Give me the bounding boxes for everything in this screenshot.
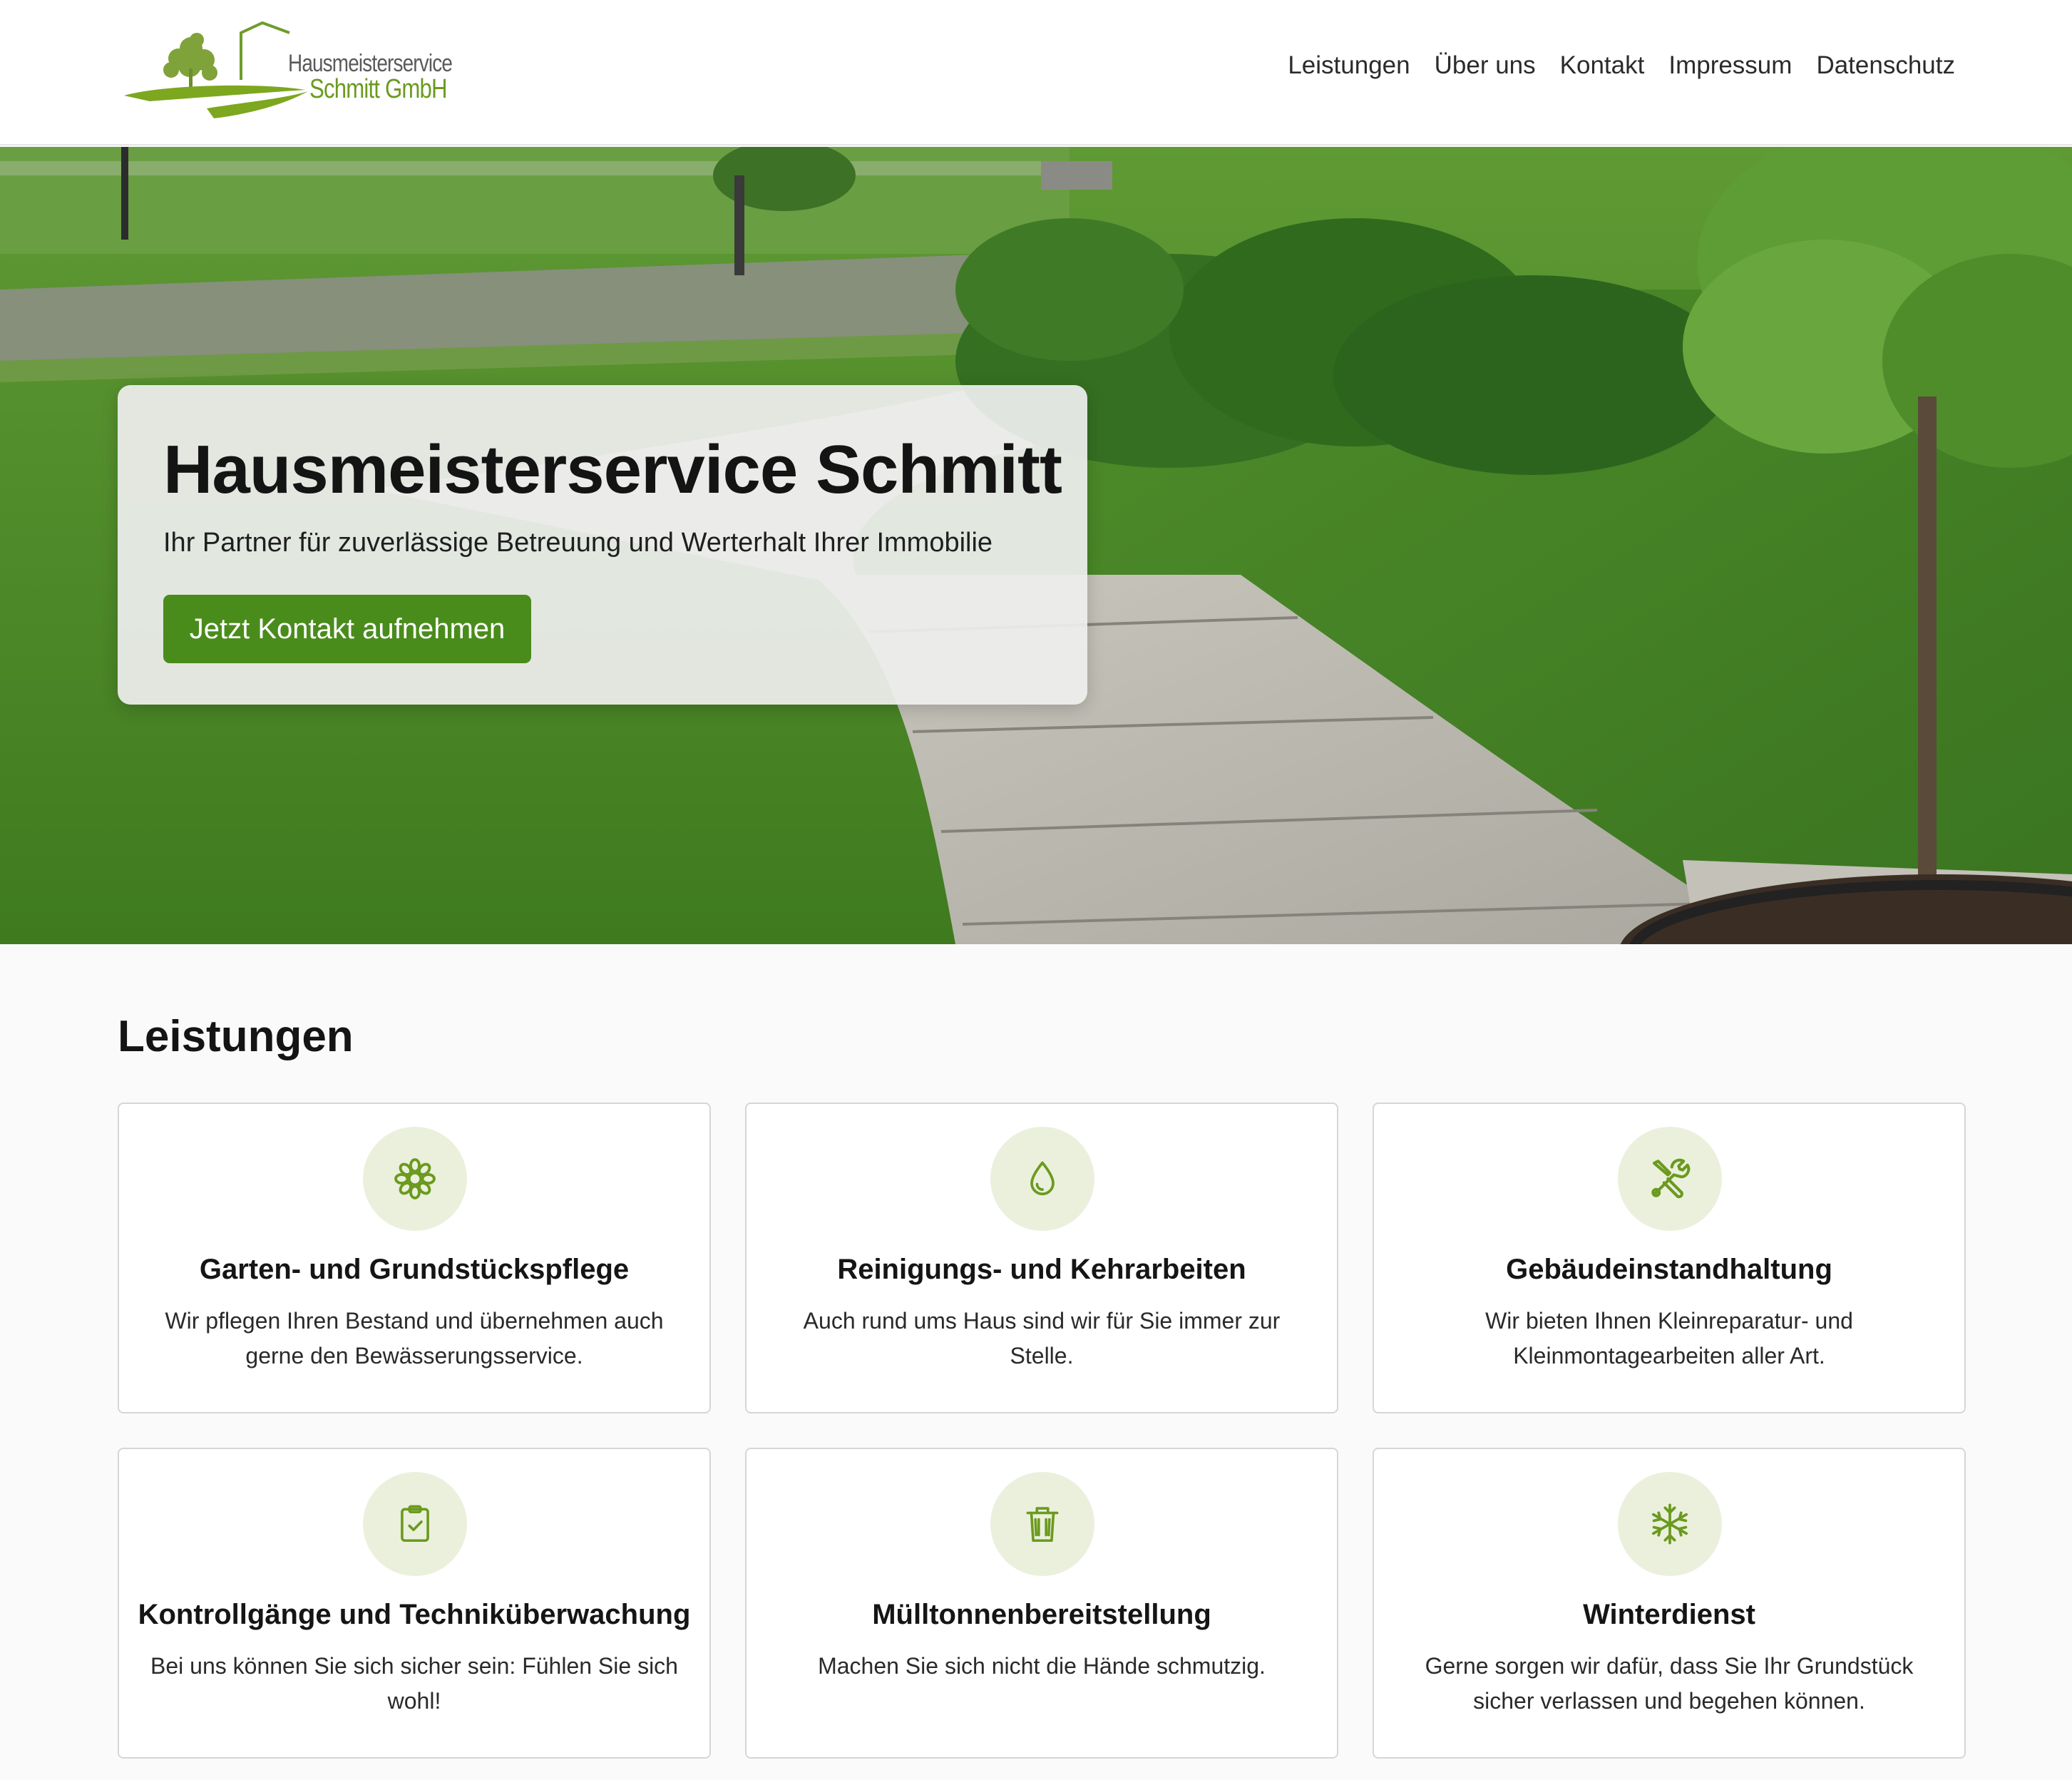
site-header: Hausmeisterservice Schmitt GmbH Leistung…: [0, 0, 2072, 145]
service-card-winter-service: Winterdienst Gerne sorgen wir dafür, das…: [1373, 1448, 1966, 1759]
service-card-title: Garten- und Grundstückspflege: [199, 1254, 630, 1285]
hero-subtitle: Ihr Partner für zuverlässige Betreuung u…: [163, 528, 993, 558]
service-card-inspection: Kontrollgänge und Techniküberwachung Bei…: [118, 1448, 711, 1759]
service-icon-badge: [990, 1127, 1094, 1231]
clipboard-check-icon: [401, 1505, 429, 1543]
service-card-maintenance: Gebäudeinstandhaltung Wir bieten Ihnen K…: [1373, 1103, 1966, 1413]
hero-card: Hausmeisterservice Schmitt Ihr Partner f…: [118, 385, 1087, 705]
service-icon-badge: [363, 1127, 467, 1231]
service-card-garden: Garten- und Grundstückspflege Wir pflege…: [118, 1103, 711, 1413]
hero-title: Hausmeisterservice Schmitt: [163, 431, 1062, 508]
service-icon-badge: [363, 1472, 467, 1576]
nav-item-impressum[interactable]: Impressum: [1668, 51, 1792, 80]
services-heading: Leistungen: [118, 1012, 354, 1061]
nav-item-kontakt[interactable]: Kontakt: [1560, 51, 1645, 80]
flower-icon: [394, 1158, 436, 1200]
service-card-title: Mülltonnenbereitstellung: [872, 1599, 1211, 1630]
nav-item-leistungen[interactable]: Leistungen: [1288, 51, 1410, 80]
snowflake-icon: [1651, 1503, 1688, 1545]
service-card-waste-bins: Mülltonnenbereitstellung Machen Sie sich…: [745, 1448, 1338, 1759]
service-card-text: Gerne sorgen wir dafür, dass Sie Ihr Gru…: [1425, 1653, 1914, 1714]
service-card-text: Bei uns können Sie sich sicher sein: Füh…: [150, 1653, 678, 1714]
service-icon-badge: [1618, 1472, 1722, 1576]
service-icon-badge: [990, 1472, 1094, 1576]
main-nav: Leistungen Über uns Kontakt Impressum Da…: [1288, 51, 1955, 80]
service-card-title: Winterdienst: [1583, 1599, 1755, 1630]
nav-item-ueber-uns[interactable]: Über uns: [1435, 51, 1536, 80]
service-card-text: Auch rund ums Haus sind wir für Sie imme…: [803, 1308, 1281, 1369]
service-card-cleaning: Reinigungs- und Kehrarbeiten Auch rund u…: [745, 1103, 1338, 1413]
nav-item-datenschutz[interactable]: Datenschutz: [1816, 51, 1955, 80]
service-card-title: Reinigungs- und Kehrarbeiten: [837, 1254, 1246, 1285]
service-card-text: Wir pflegen Ihren Bestand und übernehmen…: [165, 1308, 664, 1369]
droplet-icon: [1030, 1161, 1055, 1196]
company-logo[interactable]: Hausmeisterservice Schmitt GmbH: [121, 19, 456, 126]
hero-section: Hausmeisterservice Schmitt Ihr Partner f…: [0, 147, 2072, 944]
service-card-text: Machen Sie sich nicht die Hände schmutzi…: [818, 1653, 1266, 1679]
logo-text-line2: Schmitt GmbH: [309, 74, 448, 104]
service-card-title: Gebäudeinstandhaltung: [1506, 1254, 1832, 1285]
contact-cta-button[interactable]: Jetzt Kontakt aufnehmen: [163, 595, 531, 663]
tools-icon: [1651, 1158, 1691, 1199]
trash-icon: [1026, 1507, 1059, 1543]
service-icon-badge: [1618, 1127, 1722, 1231]
service-card-title: Kontrollgänge und Techniküberwachung: [138, 1599, 691, 1630]
service-card-text: Wir bieten Ihnen Kleinreparatur- und Kle…: [1485, 1308, 1853, 1369]
